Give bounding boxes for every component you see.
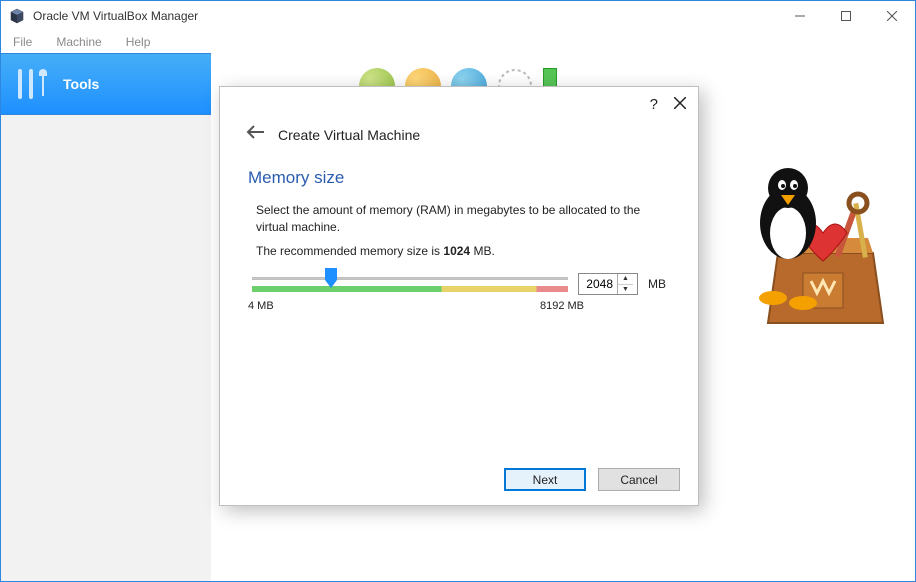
- menu-help[interactable]: Help: [120, 33, 157, 51]
- dialog-description: Select the amount of memory (RAM) in meg…: [248, 202, 670, 237]
- dialog-close-icon[interactable]: [674, 96, 686, 113]
- window-controls: [777, 1, 915, 31]
- main-window: Oracle VM VirtualBox Manager File Machin…: [0, 0, 916, 582]
- dialog-header: Create Virtual Machine: [220, 121, 698, 146]
- slider-range-labels: 4 MB 8192 MB: [248, 300, 670, 312]
- titlebar: Oracle VM VirtualBox Manager: [1, 1, 915, 31]
- close-button[interactable]: [869, 1, 915, 31]
- memory-slider[interactable]: [252, 270, 568, 298]
- recommended-line: The recommended memory size is 1024 MB.: [248, 243, 670, 260]
- slider-thumb[interactable]: [325, 268, 337, 288]
- back-icon[interactable]: [246, 125, 264, 144]
- memory-unit: MB: [648, 277, 666, 291]
- app-icon: [9, 8, 25, 24]
- create-vm-dialog: ? Create Virtual Machine Memory size Sel…: [219, 86, 699, 506]
- dialog-titlebar: ?: [220, 87, 698, 121]
- memory-spinbox[interactable]: ▲ ▼: [578, 273, 638, 295]
- maximize-button[interactable]: [823, 1, 869, 31]
- next-button[interactable]: Next: [504, 468, 586, 491]
- tools-icon: [13, 65, 51, 103]
- slider-min-label: 4 MB: [248, 300, 274, 312]
- dialog-breadcrumb: Create Virtual Machine: [278, 127, 420, 143]
- sidebar-item-label: Tools: [63, 76, 99, 92]
- sidebar: Tools: [1, 53, 211, 581]
- dialog-body: Memory size Select the amount of memory …: [220, 146, 698, 320]
- dialog-footer: Next Cancel: [504, 468, 680, 491]
- window-title: Oracle VM VirtualBox Manager: [33, 9, 777, 23]
- mascot-artwork: [743, 153, 893, 333]
- menubar: File Machine Help: [1, 31, 915, 53]
- menu-file[interactable]: File: [7, 33, 38, 51]
- memory-slider-row: ▲ ▼ MB: [248, 270, 670, 298]
- cancel-button[interactable]: Cancel: [598, 468, 680, 491]
- slider-max-label: 8192 MB: [540, 300, 584, 312]
- menu-machine[interactable]: Machine: [50, 33, 107, 51]
- spin-down-icon[interactable]: ▼: [618, 285, 633, 295]
- help-icon[interactable]: ?: [650, 96, 658, 113]
- minimize-button[interactable]: [777, 1, 823, 31]
- sidebar-item-tools[interactable]: Tools: [1, 53, 211, 115]
- spin-up-icon[interactable]: ▲: [618, 274, 633, 285]
- memory-input[interactable]: [579, 274, 617, 294]
- dialog-title: Memory size: [248, 168, 670, 188]
